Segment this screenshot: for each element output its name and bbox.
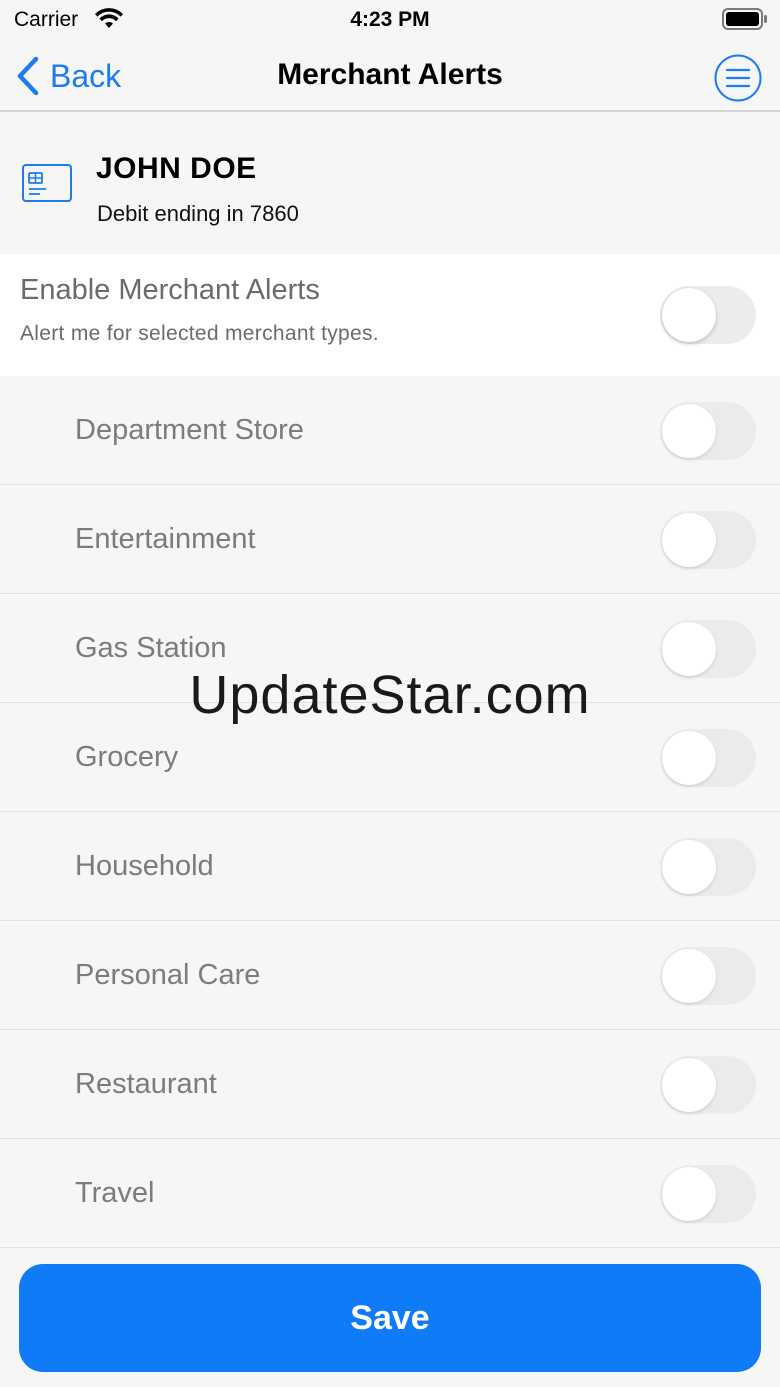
restaurant-toggle[interactable] (660, 1056, 756, 1114)
enable-alerts-description: Alert me for selected merchant types. (20, 322, 379, 345)
toggle-knob (662, 1058, 716, 1112)
department-store-toggle[interactable] (660, 402, 756, 460)
grocery-toggle[interactable] (660, 729, 756, 787)
status-bar: Carrier 4:23 PM (0, 0, 780, 40)
status-time: 4:23 PM (350, 8, 430, 31)
personal-care-toggle[interactable] (660, 947, 756, 1005)
navigation-bar: Back Merchant Alerts (0, 40, 780, 112)
debit-card-icon (22, 164, 72, 202)
merchant-label: Personal Care (75, 959, 261, 991)
household-toggle[interactable] (660, 838, 756, 896)
toggle-knob (662, 840, 716, 894)
merchant-row-travel: Travel (0, 1139, 780, 1248)
merchant-label: Entertainment (75, 523, 256, 555)
watermark-text: UpdateStar.com (189, 665, 591, 725)
merchant-row-personal-care: Personal Care (0, 921, 780, 1030)
merchant-row-department-store: Department Store (0, 376, 780, 485)
merchant-label: Travel (75, 1177, 155, 1209)
account-description: Debit ending in 7860 (97, 201, 299, 226)
account-holder-name: JOHN DOE (96, 152, 257, 185)
battery-icon (722, 8, 767, 30)
toggle-knob (662, 404, 716, 458)
merchant-label: Restaurant (75, 1068, 217, 1100)
enable-merchant-alerts-row: Enable Merchant Alerts Alert me for sele… (0, 254, 780, 376)
merchant-type-list: Department Store Entertainment Gas Stati… (0, 376, 780, 1248)
merchant-row-entertainment: Entertainment (0, 485, 780, 594)
toggle-knob (662, 288, 716, 342)
merchant-row-household: Household (0, 812, 780, 921)
enable-merchant-alerts-toggle[interactable] (660, 286, 756, 344)
merchant-label: Gas Station (75, 632, 227, 664)
merchant-label: Department Store (75, 414, 304, 446)
toggle-knob (662, 949, 716, 1003)
toggle-knob (662, 731, 716, 785)
enable-alerts-title: Enable Merchant Alerts (20, 274, 320, 306)
toggle-knob (662, 513, 716, 567)
page-title: Merchant Alerts (277, 58, 503, 91)
merchant-label: Household (75, 850, 214, 882)
merchant-label: Grocery (75, 741, 179, 773)
entertainment-toggle[interactable] (660, 511, 756, 569)
merchant-row-restaurant: Restaurant (0, 1030, 780, 1139)
travel-toggle[interactable] (660, 1165, 756, 1223)
toggle-knob (662, 1167, 716, 1221)
save-button[interactable]: Save (19, 1264, 761, 1372)
account-header: JOHN DOE Debit ending in 7860 (0, 112, 780, 254)
menu-icon[interactable] (714, 54, 762, 102)
